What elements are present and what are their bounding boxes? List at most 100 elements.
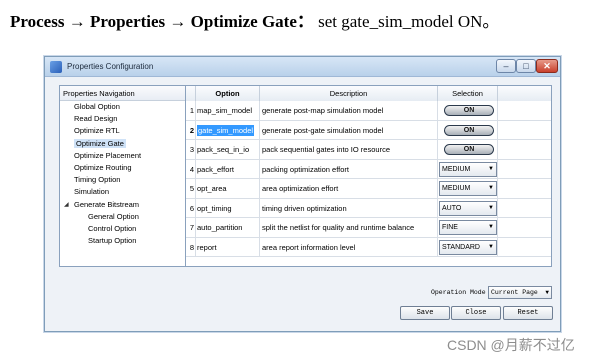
- option-row[interactable]: 4 pack_effort packing optimization effort M…: [186, 159, 551, 179]
- selection-dropdown[interactable]: AUTO ▼: [439, 200, 497, 216]
- nav-item[interactable]: Optimize Placement: [60, 150, 186, 162]
- option-name: gate_sim_model: [197, 124, 255, 136]
- selection-cell: FINE ▼: [438, 218, 498, 238]
- minimize-button[interactable]: –: [496, 59, 516, 73]
- nav-item-label: Read Design: [74, 114, 118, 124]
- row-number: 8: [186, 237, 196, 257]
- selection-cell: MEDIUM ▼: [438, 179, 498, 199]
- row-number: 4: [186, 159, 196, 179]
- nav-item[interactable]: Optimize RTL: [60, 125, 186, 137]
- selection-value: MEDIUM: [442, 165, 471, 173]
- nav-item[interactable]: Optimize Gate: [60, 138, 186, 150]
- row-number: 7: [186, 218, 196, 238]
- selection-cell: ON: [438, 101, 498, 121]
- option-row[interactable]: 6 opt_timing timing driven optimization AUT…: [186, 198, 551, 218]
- save-button[interactable]: Save: [400, 306, 450, 320]
- nav-item[interactable]: Control Option: [60, 223, 186, 235]
- nav-item-label: Startup Option: [88, 236, 137, 246]
- option-name-cell[interactable]: opt_timing: [196, 198, 260, 218]
- nav-item[interactable]: ◢ Generate Bitstream: [60, 199, 186, 211]
- reset-button[interactable]: Reset: [503, 306, 553, 320]
- nav-item[interactable]: Optimize Routing: [60, 162, 186, 174]
- properties-configuration-window: Properties Configuration – □ ✕ Propertie…: [44, 56, 561, 332]
- row-number: 5: [186, 179, 196, 199]
- nav-item[interactable]: Timing Option: [60, 174, 186, 186]
- selection-value: STANDARD: [442, 243, 480, 251]
- option-row[interactable]: 8 report area report information level STAN…: [186, 237, 551, 257]
- nav-item-label: General Option: [88, 211, 139, 221]
- option-name-cell[interactable]: map_sim_model: [196, 101, 260, 121]
- option-description: packing optimization effort: [260, 159, 438, 179]
- dropdown-arrow-icon: ▼: [545, 289, 549, 296]
- option-name-cell[interactable]: pack_seq_in_io: [196, 140, 260, 160]
- option-row[interactable]: 1 map_sim_model generate post-map simulati…: [186, 101, 551, 121]
- row-number: 1: [186, 101, 196, 121]
- operation-mode-value: Current Page: [491, 289, 538, 296]
- option-name-cell[interactable]: auto_partition: [196, 218, 260, 238]
- option-row[interactable]: 7 auto_partition split the netlist for qua…: [186, 218, 551, 238]
- option-description: pack sequential gates into IO resource: [260, 140, 438, 160]
- nav-item-label: Generate Bitstream: [74, 199, 140, 209]
- option-name: map_sim_model: [197, 106, 253, 115]
- nav-item[interactable]: Read Design: [60, 113, 186, 125]
- header-filler: [498, 86, 551, 101]
- option-name-cell[interactable]: opt_area: [196, 179, 260, 199]
- maximize-button[interactable]: □: [516, 59, 536, 73]
- nav-item-label: Global Option: [74, 102, 120, 111]
- on-toggle-button[interactable]: ON: [444, 124, 494, 136]
- nav-item-label: Optimize Placement: [74, 150, 142, 160]
- selection-dropdown[interactable]: MEDIUM ▼: [439, 181, 497, 196]
- dropdown-arrow-icon: ▼: [488, 185, 494, 191]
- row-number: 2: [186, 120, 196, 140]
- option-name-cell[interactable]: gate_sim_model: [196, 120, 260, 140]
- nav-item-label: Optimize Routing: [74, 162, 132, 172]
- nav-item[interactable]: General Option: [60, 211, 186, 223]
- close-window-button[interactable]: ✕: [536, 59, 558, 73]
- title-bar[interactable]: Properties Configuration – □ ✕: [45, 57, 560, 77]
- option-row[interactable]: 3 pack_seq_in_io pack sequential gates int…: [186, 140, 551, 160]
- selection-cell: AUTO ▼: [438, 198, 498, 218]
- nav-item-label: Optimize RTL: [74, 126, 120, 136]
- selection-cell: ON: [438, 120, 498, 140]
- selection-cell: MEDIUM ▼: [438, 159, 498, 179]
- selection-value: AUTO: [442, 204, 462, 212]
- grid-body: 1 map_sim_model generate post-map simulati…: [186, 101, 551, 257]
- selection-dropdown[interactable]: FINE ▼: [439, 220, 497, 235]
- option-description: area optimization effort: [260, 179, 438, 199]
- on-toggle-button[interactable]: ON: [444, 105, 494, 116]
- option-name: opt_timing: [197, 203, 232, 213]
- nav-header: Properties Navigation: [60, 86, 186, 101]
- operation-mode-select[interactable]: Current Page ▼: [488, 286, 552, 299]
- menu-path: Process → Properties → Optimize Gate：: [10, 12, 314, 31]
- option-name: opt_area: [197, 184, 227, 193]
- selection-cell: ON: [438, 140, 498, 160]
- selection-dropdown[interactable]: MEDIUM ▼: [439, 161, 497, 177]
- option-name-cell[interactable]: report: [196, 237, 260, 257]
- option-description: generate post-gate simulation model: [260, 120, 438, 140]
- nav-item[interactable]: Simulation: [60, 186, 186, 198]
- dropdown-arrow-icon: ▼: [488, 165, 494, 172]
- close-button[interactable]: Close: [451, 306, 501, 320]
- option-row[interactable]: 2 gate_sim_model generate post-gate simula…: [186, 120, 551, 140]
- app-icon: [50, 61, 62, 73]
- option-name: pack_seq_in_io: [197, 145, 250, 154]
- selection-value: MEDIUM: [442, 185, 471, 192]
- on-toggle-button[interactable]: ON: [444, 144, 494, 155]
- option-name-cell[interactable]: pack_effort: [196, 159, 260, 179]
- selection-dropdown[interactable]: STANDARD ▼: [439, 239, 497, 255]
- option-row[interactable]: 5 opt_area area optimization effort MEDIUM ▼: [186, 179, 551, 199]
- window-title: Properties Configuration: [67, 62, 154, 71]
- header-selection[interactable]: Selection: [438, 86, 498, 101]
- header-option[interactable]: Option: [196, 86, 260, 101]
- nav-item[interactable]: Global Option: [60, 101, 186, 113]
- nav-item-label: Simulation: [74, 187, 110, 197]
- nav-item-label: Control Option: [88, 223, 137, 233]
- nav-item[interactable]: Startup Option: [60, 235, 186, 247]
- operation-mode-label: Operation Mode: [431, 289, 486, 296]
- header-description[interactable]: Description: [260, 86, 438, 101]
- option-name: auto_partition: [197, 223, 243, 232]
- option-name: report: [197, 242, 217, 252]
- row-number: 3: [186, 140, 196, 160]
- grid-header: Option Description Selection: [186, 86, 551, 101]
- expand-triangle-icon[interactable]: ◢: [64, 199, 69, 211]
